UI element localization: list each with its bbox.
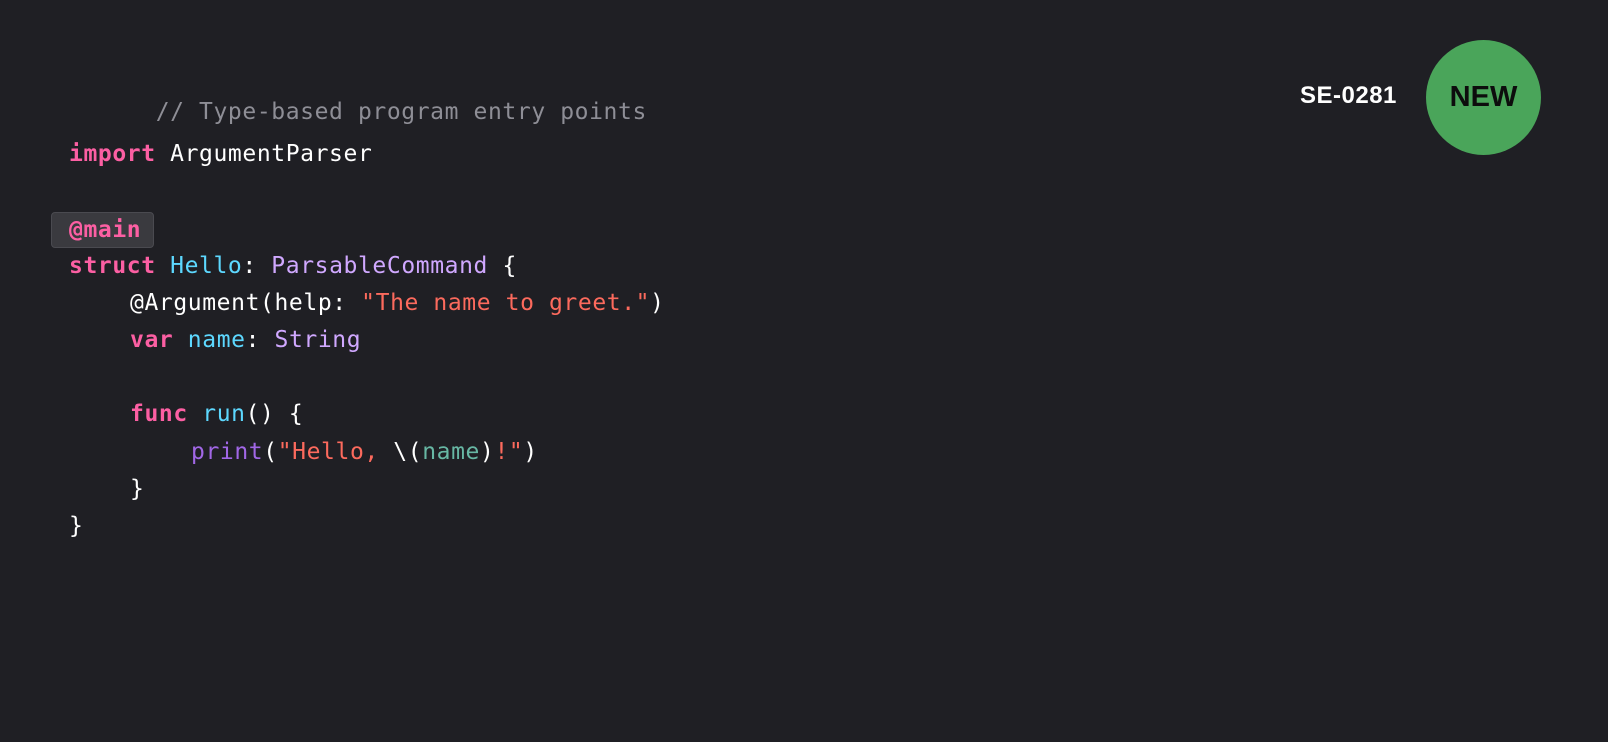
- help-string: "The name to greet.": [361, 290, 651, 316]
- code-line-outer-close: }: [69, 510, 83, 542]
- interpolation-variable: name: [422, 439, 480, 465]
- import-keyword: import: [69, 141, 156, 167]
- var-type: String: [274, 327, 362, 353]
- inner-close-brace: }: [130, 476, 145, 502]
- argument-attribute: @Argument: [130, 290, 261, 316]
- slide: // Type-based program entry points impor…: [0, 0, 1608, 742]
- interpolation-close: ): [479, 439, 495, 465]
- print-string-end: !": [494, 439, 524, 465]
- outer-close-brace: }: [69, 513, 84, 539]
- argument-open: (help:: [260, 290, 362, 316]
- code-line-struct: struct Hello: ParsableCommand {: [69, 250, 517, 282]
- code-line-comment: // Type-based program entry points: [69, 64, 647, 125]
- struct-open-brace: {: [488, 253, 517, 279]
- protocol-name: ParsableCommand: [271, 253, 489, 279]
- func-name: run: [202, 401, 246, 427]
- func-keyword: func: [130, 401, 188, 427]
- code-line-var: var name: String: [130, 324, 361, 356]
- code-line-argument: @Argument(help: "The name to greet."): [130, 287, 665, 319]
- struct-name: Hello: [170, 253, 243, 279]
- print-paren-close: ): [523, 439, 538, 465]
- print-paren-open: (: [263, 439, 278, 465]
- var-colon: :: [245, 327, 275, 353]
- code-comment: // Type-based program entry points: [155, 99, 647, 125]
- code-line-func: func run() {: [130, 398, 303, 430]
- new-badge-label: NEW: [1449, 81, 1518, 113]
- struct-keyword: struct: [69, 253, 156, 279]
- argument-close: ): [650, 290, 665, 316]
- code-block: // Type-based program entry points impor…: [51, 0, 664, 598]
- print-string-start: "Hello,: [277, 439, 394, 465]
- struct-colon: :: [242, 253, 272, 279]
- code-line-main: @main: [51, 212, 156, 248]
- func-signature: () {: [245, 401, 304, 427]
- interpolation-open: \(: [393, 439, 423, 465]
- var-keyword: var: [130, 327, 174, 353]
- print-function: print: [191, 439, 264, 465]
- proposal-tag: SE-0281: [1300, 82, 1397, 109]
- code-line-inner-close: }: [130, 473, 144, 505]
- new-badge: NEW: [1426, 40, 1541, 155]
- main-attribute-highlight: @main: [51, 212, 155, 248]
- import-module: ArgumentParser: [155, 141, 373, 167]
- code-line-print: print("Hello, \(name)!"): [191, 436, 538, 468]
- code-line-import: import ArgumentParser: [69, 138, 372, 170]
- var-name: name: [187, 327, 246, 353]
